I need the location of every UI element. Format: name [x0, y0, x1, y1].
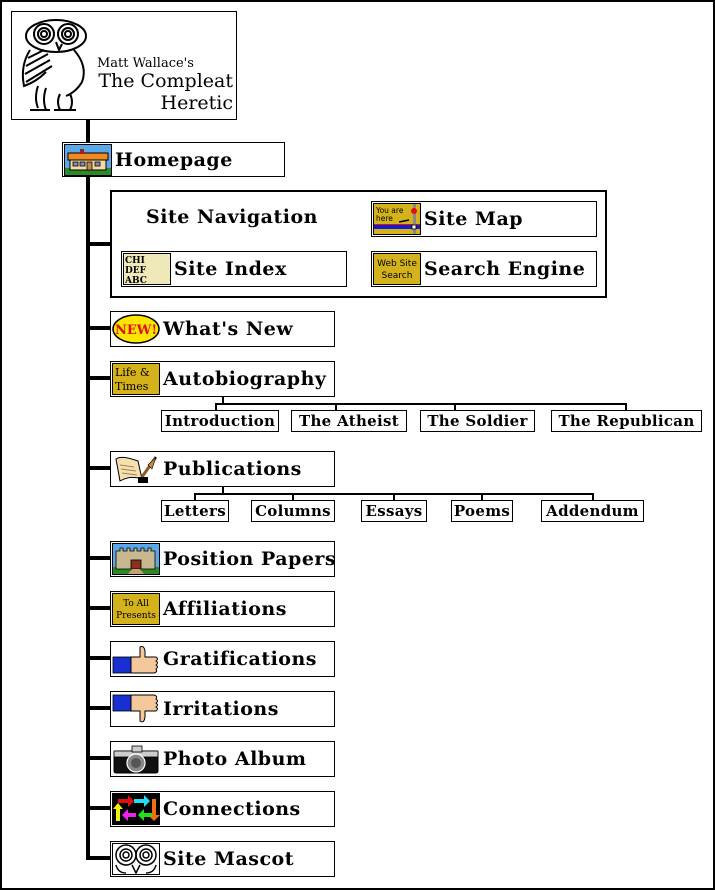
scroll-quill-icon — [112, 453, 160, 485]
menu-item-label: Irritations — [163, 698, 279, 720]
svg-text:Times: Times — [115, 380, 149, 393]
svg-text:Life &: Life & — [115, 366, 150, 379]
menu-item-irritations[interactable]: Irritations — [110, 691, 335, 727]
header-title-line1: The Compleat — [98, 70, 233, 92]
menu-item-publications[interactable]: Publications — [110, 451, 335, 487]
site-index-label: Site Index — [174, 258, 287, 280]
branch-autobiography — [86, 376, 111, 380]
camera-icon — [112, 743, 160, 775]
branch-irritations — [86, 706, 111, 710]
thumbs-up-icon — [112, 643, 160, 675]
site-map-label: Site Map — [424, 208, 524, 230]
life-and-times-icon: Life & Times — [112, 363, 160, 395]
svg-text:DEF: DEF — [125, 266, 147, 276]
sub-link-the-soldier[interactable]: The Soldier — [420, 410, 535, 432]
house-icon — [64, 143, 112, 176]
thumbs-down-icon — [112, 693, 160, 725]
owl-eyes-icon — [112, 843, 160, 875]
tree-trunk-top — [86, 120, 90, 143]
sub-link-poems[interactable]: Poems — [451, 500, 513, 522]
svg-text:ABC: ABC — [124, 276, 147, 285]
svg-text:To All: To All — [123, 599, 149, 609]
branch-whats-new — [86, 326, 111, 330]
colored-arrows-icon — [112, 793, 160, 825]
to-all-presents-icon: To All Presents — [112, 593, 160, 625]
branch-site-navigation — [86, 242, 111, 246]
menu-item-site-mascot[interactable]: Site Mascot — [110, 841, 335, 877]
homepage-link[interactable]: Homepage — [62, 142, 285, 177]
menu-item-label: Connections — [163, 798, 301, 820]
you-are-here-map-icon: You are here — [373, 203, 421, 235]
web-site-search-icon: Web Site Search — [373, 253, 421, 285]
menu-item-gratifications[interactable]: Gratifications — [110, 641, 335, 677]
homepage-label: Homepage — [115, 148, 233, 171]
new-badge-icon: NEW! — [112, 313, 160, 345]
sub-link-essays[interactable]: Essays — [361, 500, 427, 522]
menu-item-position-papers[interactable]: Position Papers — [110, 541, 337, 577]
search-engine-label: Search Engine — [424, 258, 586, 280]
search-engine-link[interactable]: Web Site Search Search Engine — [371, 251, 597, 287]
alphabet-blocks-icon: CHI DEF ABC — [123, 253, 171, 285]
branch-photo-album — [86, 756, 111, 760]
menu-item-label: Publications — [163, 458, 302, 480]
menu-item-photo-album[interactable]: Photo Album — [110, 741, 335, 777]
branch-affiliations — [86, 606, 111, 610]
menu-item-label: Site Mascot — [163, 848, 294, 870]
menu-item-label: Gratifications — [163, 648, 317, 670]
sub-link-the-republican[interactable]: The Republican — [551, 410, 702, 432]
header-title-line2: Heretic — [160, 92, 234, 114]
sub-link-letters[interactable]: Letters — [161, 500, 229, 522]
sub-link-the-atheist[interactable]: The Atheist — [291, 410, 407, 432]
branch-position-papers — [86, 556, 111, 560]
owl-logo-icon — [21, 19, 87, 111]
sub-link-addendum[interactable]: Addendum — [541, 500, 644, 522]
svg-text:here: here — [376, 214, 393, 223]
branch-gratifications — [86, 656, 111, 660]
menu-item-connections[interactable]: Connections — [110, 791, 335, 827]
menu-item-label: Photo Album — [163, 748, 307, 770]
svg-text:NEW!: NEW! — [115, 323, 157, 338]
svg-text:Presents: Presents — [116, 611, 156, 621]
site-map-link[interactable]: You are here Site Map — [371, 201, 597, 237]
branch-publications — [86, 466, 111, 470]
header-subtitle: Matt Wallace's — [97, 56, 194, 71]
svg-text:CHI: CHI — [125, 256, 145, 266]
menu-item-affiliations[interactable]: To All Presents Affiliations — [110, 591, 335, 627]
menu-item-label: Affiliations — [163, 598, 287, 620]
menu-item-label: Autobiography — [163, 368, 327, 390]
svg-text:Web Site: Web Site — [377, 259, 417, 269]
site-navigation-title: Site Navigation — [146, 206, 318, 228]
site-index-link[interactable]: CHI DEF ABC Site Index — [121, 251, 347, 287]
site-navigation-panel: Site Navigation You are here Site Map CH… — [110, 190, 607, 298]
menu-item-label: What's New — [163, 318, 294, 340]
header-title: The Compleat Heretic — [97, 70, 233, 114]
sub-link-columns[interactable]: Columns — [251, 500, 335, 522]
branch-connections — [86, 806, 111, 810]
menu-item-label: Position Papers — [163, 548, 337, 570]
menu-item-autobiography[interactable]: Life & Times Autobiography — [110, 361, 335, 397]
svg-text:Search: Search — [382, 271, 413, 281]
subtree-autobiography-bar — [215, 403, 627, 405]
site-header-logo[interactable]: Matt Wallace's The Compleat Heretic — [11, 11, 237, 120]
sub-link-introduction[interactable]: Introduction — [161, 410, 279, 432]
menu-item-whats-new[interactable]: NEW! What's New — [110, 311, 335, 347]
castle-icon — [112, 543, 160, 575]
branch-site-mascot — [86, 856, 111, 860]
